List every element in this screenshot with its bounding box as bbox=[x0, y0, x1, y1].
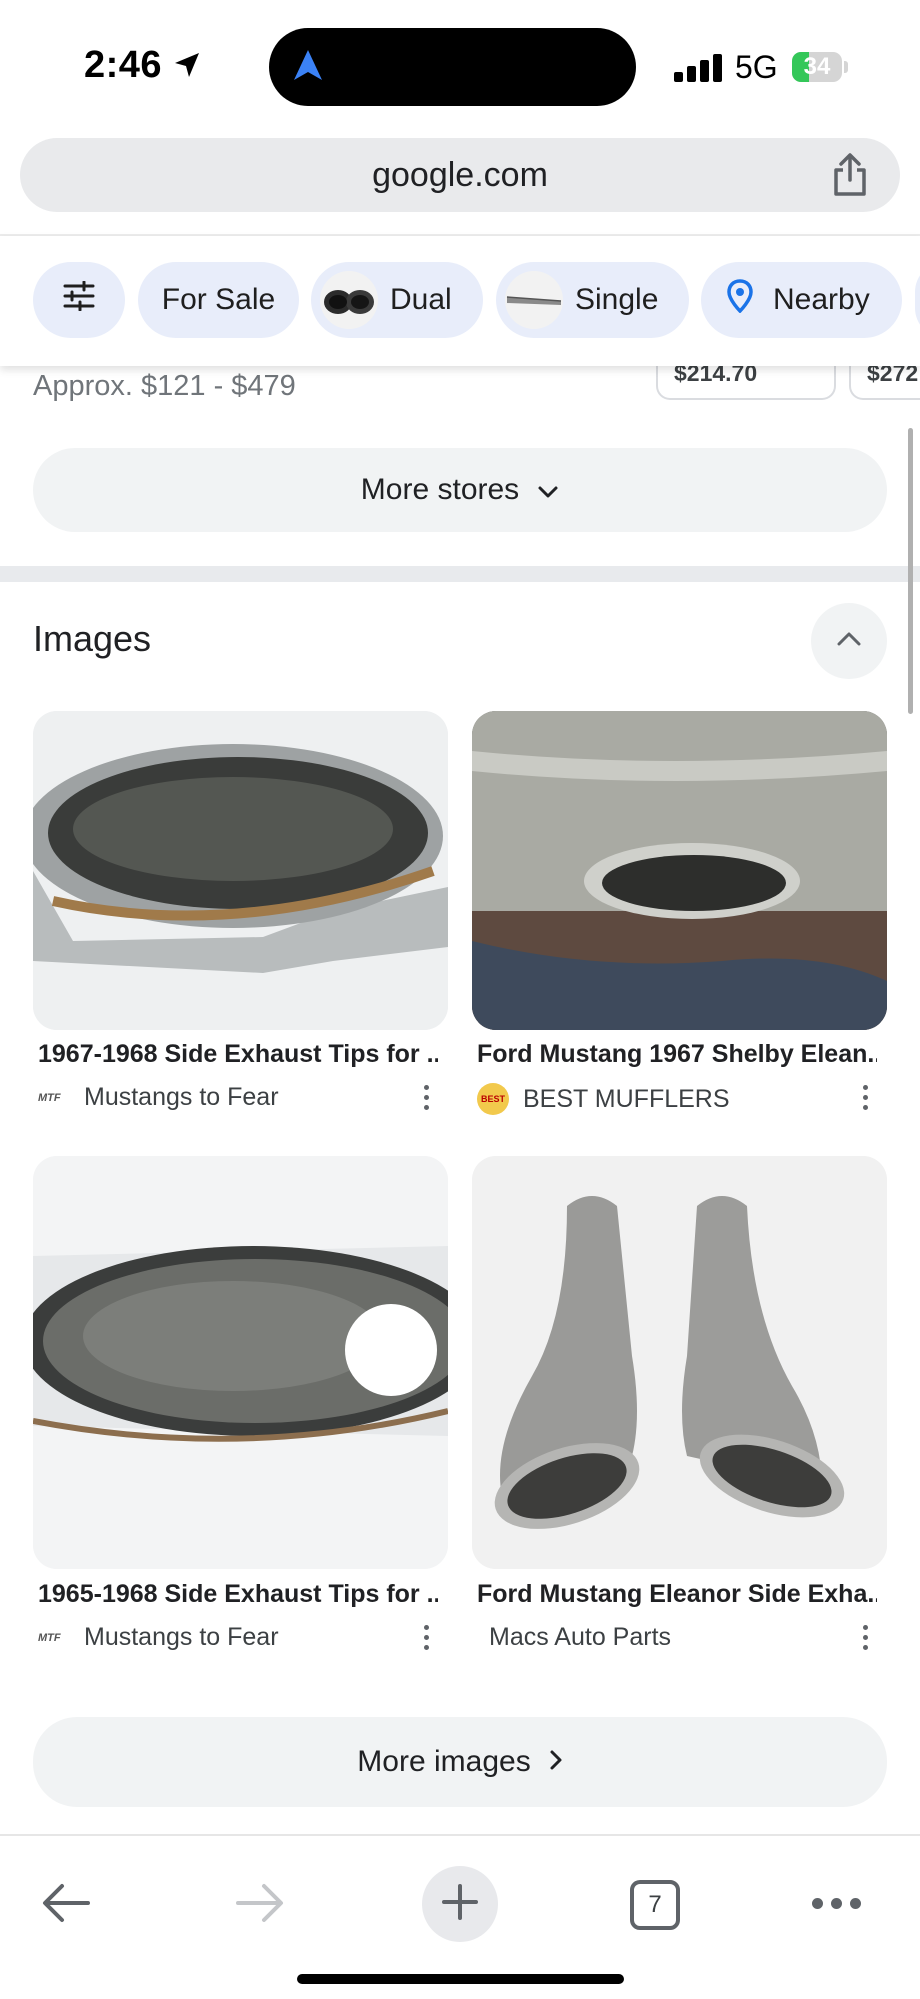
plus-icon bbox=[440, 1882, 480, 1927]
single-exhaust-thumb bbox=[505, 271, 563, 329]
image-result-thumbnail[interactable] bbox=[472, 1156, 887, 1569]
chip-more[interactable] bbox=[915, 262, 920, 338]
chip-label: Nearby bbox=[773, 283, 870, 316]
images-section-title: Images bbox=[33, 618, 152, 659]
chip-nearby[interactable]: Nearby bbox=[701, 262, 902, 338]
source-name: Macs Auto Parts bbox=[489, 1623, 672, 1651]
chip-for-sale[interactable]: For Sale bbox=[138, 262, 299, 338]
collapse-section-button[interactable] bbox=[811, 603, 887, 679]
status-bar: 2:46 5G 34 bbox=[0, 0, 920, 130]
battery-icon: 34 bbox=[792, 52, 842, 82]
dynamic-island bbox=[269, 28, 636, 106]
image-result-thumbnail[interactable] bbox=[33, 1156, 448, 1569]
source-logo: BEST bbox=[477, 1083, 509, 1115]
image-result-source[interactable]: MTF Mustangs to Fear bbox=[38, 1623, 279, 1652]
source-logo: MTF bbox=[38, 1091, 61, 1104]
tune-icon bbox=[62, 280, 96, 319]
image-result-source[interactable]: Macs Auto Parts bbox=[489, 1623, 671, 1652]
chip-label: Single bbox=[575, 283, 659, 316]
network-type: 5G bbox=[735, 49, 778, 85]
more-options-icon[interactable] bbox=[417, 1623, 437, 1653]
dual-exhaust-thumb bbox=[320, 271, 378, 329]
scrollbar[interactable] bbox=[908, 428, 913, 714]
battery-level: 34 bbox=[803, 53, 831, 80]
source-name: Mustangs to Fear bbox=[84, 1623, 279, 1651]
chevron-right-icon bbox=[549, 1745, 563, 1779]
filter-chips-bar: For Sale Dual Single Nearby bbox=[0, 236, 920, 366]
image-result-thumbnail[interactable] bbox=[472, 711, 887, 1030]
image-result-title[interactable]: 1967-1968 Side Exhaust Tips for ... bbox=[38, 1040, 438, 1069]
more-options-icon[interactable] bbox=[856, 1623, 876, 1653]
more-stores-label: More stores bbox=[360, 473, 520, 506]
chip-label: Dual bbox=[390, 283, 452, 316]
image-result-title[interactable]: Ford Mustang 1967 Shelby Elean... bbox=[477, 1040, 877, 1069]
forward-arrow-icon[interactable] bbox=[234, 1880, 286, 1931]
tab-switcher-button[interactable]: 7 bbox=[630, 1880, 680, 1930]
more-stores-button[interactable]: More stores bbox=[33, 448, 887, 532]
more-images-button[interactable]: More images bbox=[33, 1717, 887, 1807]
section-divider bbox=[0, 566, 920, 582]
chip-dual[interactable]: Dual bbox=[311, 262, 483, 338]
share-icon[interactable] bbox=[830, 152, 870, 203]
home-indicator bbox=[297, 1974, 624, 1984]
signal-bars-icon bbox=[674, 54, 722, 82]
battery-cap bbox=[844, 61, 848, 73]
more-images-label: More images bbox=[357, 1745, 531, 1778]
source-logo: MTF bbox=[38, 1631, 61, 1644]
navigation-icon bbox=[292, 48, 324, 87]
status-time: 2:46 bbox=[84, 44, 163, 86]
back-arrow-icon[interactable] bbox=[40, 1880, 92, 1931]
source-name: Mustangs to Fear bbox=[84, 1083, 279, 1111]
image-result-source[interactable]: MTF Mustangs to Fear bbox=[38, 1083, 279, 1112]
more-options-icon[interactable] bbox=[417, 1083, 437, 1113]
image-result-title[interactable]: 1965-1968 Side Exhaust Tips for ... bbox=[38, 1580, 438, 1609]
image-result-source[interactable]: BEST BEST MUFFLERS bbox=[477, 1083, 730, 1115]
chevron-down-icon bbox=[537, 473, 559, 507]
more-options-icon[interactable] bbox=[856, 1083, 876, 1113]
location-arrow-icon bbox=[172, 50, 202, 85]
chip-single[interactable]: Single bbox=[496, 262, 689, 338]
url-text[interactable]: google.com bbox=[20, 156, 900, 195]
location-pin-icon bbox=[727, 279, 753, 321]
new-tab-button[interactable] bbox=[422, 1866, 498, 1942]
chip-label: For Sale bbox=[161, 283, 276, 316]
chevron-up-icon bbox=[836, 631, 862, 652]
source-name: BEST MUFFLERS bbox=[523, 1084, 730, 1113]
approx-price-range: Approx. $121 - $479 bbox=[33, 370, 296, 402]
image-result-thumbnail[interactable] bbox=[33, 711, 448, 1030]
image-result-title[interactable]: Ford Mustang Eleanor Side Exha... bbox=[477, 1580, 877, 1609]
more-menu-icon[interactable] bbox=[812, 1898, 862, 1910]
address-bar[interactable]: google.com bbox=[20, 138, 900, 212]
browser-toolbar: 7 bbox=[0, 1834, 920, 1999]
chip-filters[interactable] bbox=[33, 262, 125, 338]
